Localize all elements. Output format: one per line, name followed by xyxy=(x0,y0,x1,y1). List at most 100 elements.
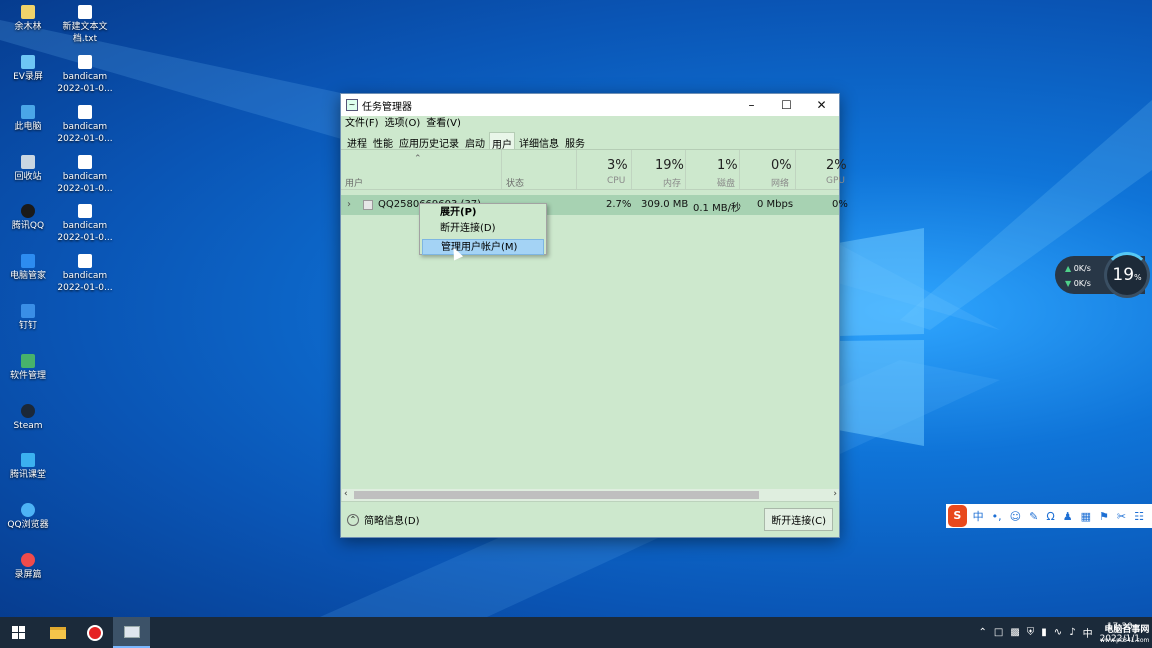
sort-chevron-up-icon[interactable]: ⌃ xyxy=(414,154,422,164)
taskbar-file-explorer[interactable] xyxy=(39,617,76,648)
window-controls: – ☐ ✕ xyxy=(734,98,839,112)
sogou-logo-icon[interactable]: S xyxy=(948,505,967,527)
folder-icon xyxy=(49,626,66,639)
battery-icon[interactable]: ▮ xyxy=(1041,627,1047,638)
column-separator[interactable] xyxy=(795,150,796,189)
tray-language[interactable]: 中 xyxy=(1083,625,1093,640)
toolbox-icon[interactable]: ✂ xyxy=(1117,510,1126,523)
windows-start-icon xyxy=(12,626,25,639)
memory-percent[interactable]: 19% xyxy=(655,158,684,173)
column-cpu[interactable]: CPU xyxy=(607,176,625,186)
scrollbar-thumb[interactable] xyxy=(354,491,759,499)
menu-grid-icon[interactable]: ☷ xyxy=(1134,510,1144,523)
desktop-icon[interactable]: 软件管理 xyxy=(0,354,56,382)
cpu-percent[interactable]: 3% xyxy=(607,158,628,173)
column-separator[interactable] xyxy=(631,150,632,189)
title-bar[interactable]: ~ 任务管理器 – ☐ ✕ xyxy=(341,94,839,116)
desktop-icon[interactable]: 余木林 xyxy=(0,5,56,33)
tab-services[interactable]: 服务 xyxy=(563,132,587,150)
desktop-icon[interactable]: QQ浏览器 xyxy=(0,503,56,531)
taskbar: ⌃ □ ▩ ⛨ ▮ ∿ ♪ 中 17:30 2022/1/1 xyxy=(0,617,1152,648)
tray-security-icon[interactable]: ⛨ xyxy=(1027,627,1035,638)
fewer-details-link[interactable]: 简略信息(D) xyxy=(364,512,420,527)
handwrite-icon[interactable]: ✎ xyxy=(1029,510,1038,523)
column-separator[interactable] xyxy=(576,150,577,189)
menu-options[interactable]: 选项(O) xyxy=(385,116,421,132)
close-button[interactable]: ✕ xyxy=(804,98,839,112)
chevron-up-circle-icon[interactable]: ⌃ xyxy=(347,513,359,526)
tray-expand-icon[interactable]: ⌃ xyxy=(978,627,986,638)
scroll-left-icon[interactable]: ‹ xyxy=(344,489,348,499)
column-separator[interactable] xyxy=(739,150,740,189)
column-gpu[interactable]: GPU xyxy=(826,176,845,186)
tray-network-drive-icon[interactable]: ▩ xyxy=(1010,627,1019,638)
tab-startup[interactable]: 启动 xyxy=(463,132,487,150)
scroll-right-icon[interactable]: › xyxy=(833,489,837,499)
taskbar-task-manager[interactable] xyxy=(113,617,150,648)
disconnect-button[interactable]: 断开连接(C) xyxy=(764,508,833,531)
volume-icon[interactable]: ♪ xyxy=(1069,627,1075,638)
disk-percent[interactable]: 1% xyxy=(717,158,738,173)
desktop-icon[interactable]: 腾讯QQ xyxy=(0,204,56,232)
desktop-icon[interactable]: 此电脑 xyxy=(0,105,56,133)
expand-chevron-icon[interactable]: › xyxy=(347,199,351,210)
user-icon[interactable]: ♟ xyxy=(1063,510,1073,523)
ime-punctuation-toggle[interactable]: •, xyxy=(992,510,1002,523)
voice-icon[interactable]: Ω xyxy=(1046,510,1054,523)
menu-file[interactable]: 文件(F) xyxy=(345,116,379,132)
text-file-icon xyxy=(78,5,92,19)
gpu-percent[interactable]: 2% xyxy=(826,158,847,173)
tab-users[interactable]: 用户 xyxy=(489,132,515,151)
column-memory[interactable]: 内存 xyxy=(663,176,681,189)
context-menu-item-expand[interactable]: 展开(P) xyxy=(420,205,546,221)
desktop-icon[interactable]: bandicam 2022-01-0... xyxy=(57,155,113,195)
network-speed-widget[interactable]: ▲ 0K/s ▼ 0K/s 19% xyxy=(1055,252,1150,298)
context-menu-item-manage-accounts[interactable]: 管理用户帐户(M) xyxy=(422,239,544,255)
emoji-icon[interactable]: ☺ xyxy=(1010,510,1021,523)
desktop-icon[interactable]: 回收站 xyxy=(0,155,56,183)
desktop-icon[interactable]: 录屏篇 xyxy=(0,553,56,581)
tab-app-history[interactable]: 应用历史记录 xyxy=(397,132,461,150)
desktop-icon[interactable]: bandicam 2022-01-0... xyxy=(57,105,113,145)
desktop-icon[interactable]: 电脑管家 xyxy=(0,254,56,282)
ime-toolbar[interactable]: S 中 •, ☺ ✎ Ω ♟ ▦ ⚑ ✂ ☷ xyxy=(946,504,1152,528)
menu-view[interactable]: 查看(V) xyxy=(426,116,461,132)
desktop-icon[interactable]: EV录屏 xyxy=(0,55,56,83)
start-button[interactable] xyxy=(0,617,37,648)
screen-recorder-icon xyxy=(21,553,35,567)
wifi-icon[interactable]: ∿ xyxy=(1054,627,1062,638)
desktop-icon[interactable]: bandicam 2022-01-0... xyxy=(57,55,113,95)
download-speed: ▼ 0K/s xyxy=(1065,279,1091,288)
column-disk[interactable]: 磁盘 xyxy=(717,176,735,189)
column-separator[interactable] xyxy=(685,150,686,189)
desktop-icon[interactable]: bandicam 2022-01-0... xyxy=(57,254,113,294)
tab-details[interactable]: 详细信息 xyxy=(517,132,561,150)
network-percent[interactable]: 0% xyxy=(771,158,792,173)
column-user[interactable]: 用户 xyxy=(345,176,363,189)
up-arrow-icon: ▲ xyxy=(1065,264,1072,273)
tab-processes[interactable]: 进程 xyxy=(345,132,369,150)
column-separator[interactable] xyxy=(501,150,502,189)
tab-bar: 进程 性能 应用历史记录 启动 用户 详细信息 服务 xyxy=(341,132,839,151)
menu-bar: 文件(F) 选项(O) 查看(V) xyxy=(341,116,839,132)
table-row[interactable]: › QQ2580669603 (37) 2.7% 309.0 MB 0.1 MB… xyxy=(341,195,848,215)
column-network[interactable]: 网络 xyxy=(771,176,789,189)
record-icon xyxy=(86,624,103,641)
context-menu-item-disconnect[interactable]: 断开连接(D) xyxy=(420,221,546,237)
keyboard-icon[interactable]: ▦ xyxy=(1081,510,1091,523)
desktop-icon[interactable]: 腾讯课堂 xyxy=(0,453,56,481)
taskbar-recorder[interactable] xyxy=(76,617,113,648)
maximize-button[interactable]: ☐ xyxy=(769,98,804,112)
tray-app-icon[interactable]: □ xyxy=(994,627,1003,638)
minimize-button[interactable]: – xyxy=(734,98,769,112)
desktop-icon[interactable]: 钉钉 xyxy=(0,304,56,332)
ime-language-toggle[interactable]: 中 xyxy=(973,508,984,524)
column-status[interactable]: 状态 xyxy=(506,176,524,189)
desktop-icon[interactable]: bandicam 2022-01-0... xyxy=(57,204,113,244)
horizontal-scrollbar[interactable]: ‹ › xyxy=(342,489,839,501)
desktop-icon[interactable]: 新建文本文 档.txt xyxy=(57,5,113,45)
skin-icon[interactable]: ⚑ xyxy=(1099,510,1109,523)
tab-performance[interactable]: 性能 xyxy=(371,132,395,150)
desktop-icon[interactable]: Steam xyxy=(0,404,56,432)
software-manager-icon xyxy=(21,354,35,368)
